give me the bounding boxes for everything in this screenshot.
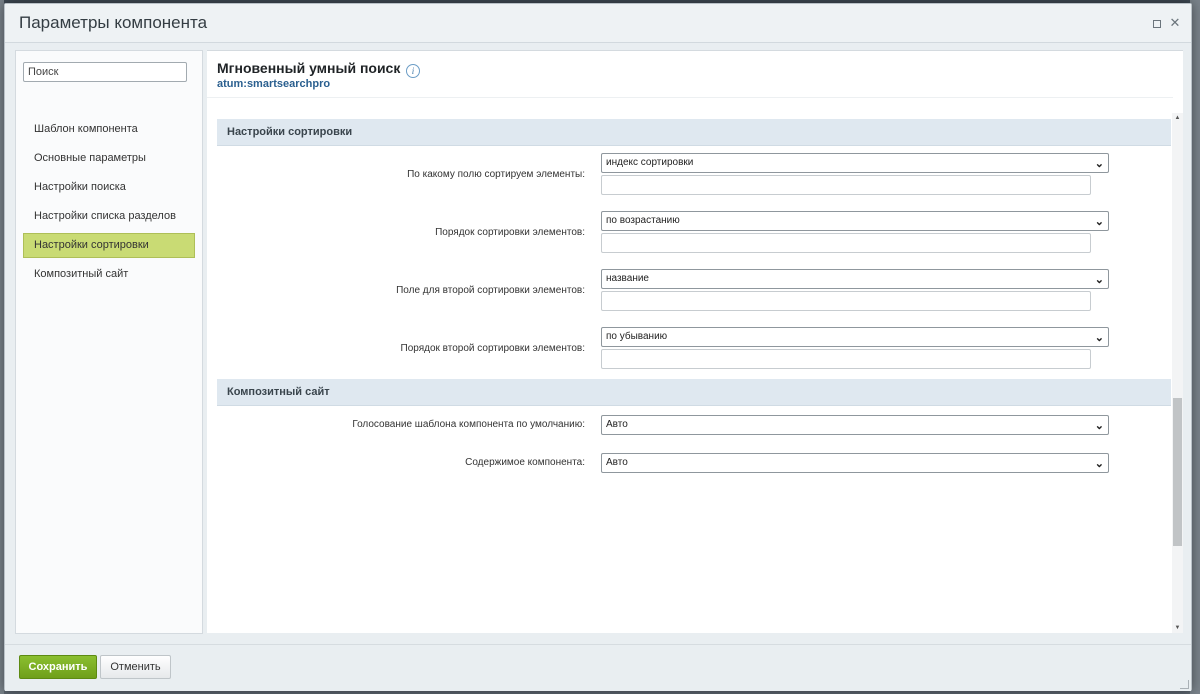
vertical-scrollbar[interactable]: ▲ ▼ [1172, 113, 1183, 633]
close-icon[interactable]: ✕ [1168, 16, 1182, 30]
dialog-title: Параметры компонента [19, 13, 208, 32]
component-content-select[interactable]: Авто ⌄ [601, 453, 1109, 473]
sidebar-item-composite-site[interactable]: Композитный сайт [23, 262, 195, 287]
param-label: Порядок сортировки элементов: [435, 227, 585, 238]
chevron-down-icon: ⌄ [1094, 216, 1104, 228]
param-label: Голосование шаблона компонента по умолча… [352, 419, 585, 430]
component-header: Мгновенный умный поиск i atum:smartsearc… [207, 51, 1173, 98]
chevron-down-icon: ⌄ [1094, 332, 1104, 344]
select-value: Авто [606, 419, 628, 430]
sidebar-item-search-settings[interactable]: Настройки поиска [23, 175, 195, 200]
search-input[interactable] [23, 62, 187, 82]
save-button[interactable]: Сохранить [19, 655, 97, 679]
sidebar-item-sort-settings[interactable]: Настройки сортировки [23, 233, 195, 258]
sort-field-select[interactable]: индекс сортировки ⌄ [601, 153, 1109, 173]
second-sort-field-select[interactable]: название ⌄ [601, 269, 1109, 289]
select-value: по убыванию [606, 331, 668, 342]
scroll-down-icon[interactable]: ▼ [1172, 623, 1183, 633]
dialog-footer: Сохранить Отменить [5, 644, 1191, 691]
second-sort-order-select[interactable]: по убыванию ⌄ [601, 327, 1109, 347]
info-icon[interactable]: i [406, 64, 420, 78]
dialog-titlebar[interactable]: Параметры компонента ✕ [5, 4, 1191, 43]
chevron-down-icon: ⌄ [1094, 420, 1104, 432]
sidebar-item-template[interactable]: Шаблон компонента [23, 117, 195, 142]
section-title: Композитный сайт [227, 386, 330, 398]
params-panel: Мгновенный умный поиск i atum:smartsearc… [207, 50, 1183, 633]
chevron-down-icon: ⌄ [1094, 458, 1104, 470]
sidebar-nav: Шаблон компонента Основные параметры Нас… [23, 117, 195, 291]
param-label: По какому полю сортируем элементы: [407, 169, 585, 180]
sidebar-item-section-list-settings[interactable]: Настройки списка разделов [23, 204, 195, 229]
component-params-dialog: Параметры компонента ✕ Шаблон компонента… [4, 3, 1192, 691]
sort-field-custom-input[interactable] [601, 175, 1091, 195]
component-code: atum:smartsearchpro [217, 78, 331, 90]
second-sort-field-custom-input[interactable] [601, 291, 1091, 311]
resize-grip-icon[interactable] [1180, 680, 1189, 689]
section-header-composite: Композитный сайт [217, 379, 1171, 406]
select-value: Авто [606, 457, 628, 468]
section-title: Настройки сортировки [227, 126, 353, 138]
select-value: название [606, 273, 649, 284]
scroll-thumb[interactable] [1173, 398, 1182, 546]
select-value: по возрастанию [606, 215, 680, 226]
sidebar-item-main-params[interactable]: Основные параметры [23, 146, 195, 171]
select-value: индекс сортировки [606, 157, 694, 168]
maximize-icon[interactable] [1150, 16, 1164, 30]
second-sort-order-custom-input[interactable] [601, 349, 1091, 369]
param-label: Порядок второй сортировки элементов: [400, 343, 586, 354]
template-voting-select[interactable]: Авто ⌄ [601, 415, 1109, 435]
sidebar: Шаблон компонента Основные параметры Нас… [15, 50, 203, 634]
param-label: Поле для второй сортировки элементов: [396, 285, 585, 296]
section-header-sorting: Настройки сортировки [217, 119, 1171, 146]
cancel-button[interactable]: Отменить [100, 655, 171, 679]
sort-order-custom-input[interactable] [601, 233, 1091, 253]
scroll-up-icon[interactable]: ▲ [1172, 113, 1183, 123]
chevron-down-icon: ⌄ [1094, 274, 1104, 286]
component-title: Мгновенный умный поиск [217, 60, 401, 76]
param-label: Содержимое компонента: [465, 457, 585, 468]
sort-order-select[interactable]: по возрастанию ⌄ [601, 211, 1109, 231]
chevron-down-icon: ⌄ [1094, 158, 1104, 170]
